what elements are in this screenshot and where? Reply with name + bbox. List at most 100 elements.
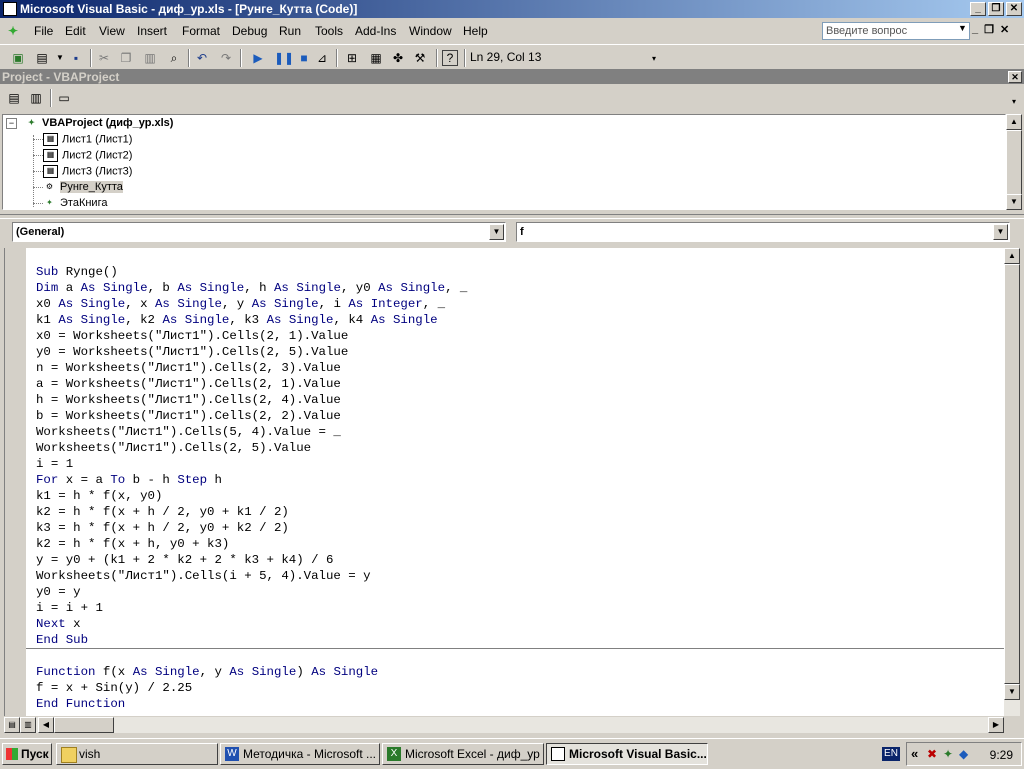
code-editor[interactable]: Sub Rynge() Dim a As Single, b As Single,…: [26, 248, 1004, 716]
code-line[interactable]: Next x: [36, 617, 81, 633]
code-line[interactable]: Worksheets("Лист1").Cells(5, 4).Value = …: [36, 425, 341, 441]
cut-icon[interactable]: ✂: [96, 50, 112, 66]
scroll-up-icon[interactable]: ▲: [1004, 248, 1020, 264]
paste-icon[interactable]: ▥: [142, 50, 158, 66]
project-explorer-icon[interactable]: ⊞: [344, 50, 360, 66]
code-line[interactable]: For x = a To b - h Step h: [36, 473, 222, 489]
view-object-icon[interactable]: ▥: [28, 90, 44, 106]
menu-tools[interactable]: Tools: [315, 24, 343, 38]
save-icon[interactable]: ▪: [68, 50, 84, 66]
project-toolbar-dropdown-icon[interactable]: ▾: [1012, 97, 1016, 106]
object-combo[interactable]: (General) ▼: [12, 222, 506, 242]
scroll-left-icon[interactable]: ◀: [38, 717, 54, 733]
procedure-combo-arrow-icon[interactable]: ▼: [993, 224, 1008, 240]
code-line[interactable]: i = 1: [36, 457, 73, 473]
tray-app-icon[interactable]: ◆: [959, 747, 968, 761]
code-line[interactable]: Worksheets("Лист1").Cells(2, 5).Value: [36, 441, 311, 457]
break-icon[interactable]: ❚❚: [274, 50, 294, 66]
task-vbe[interactable]: Microsoft Visual Basic...: [546, 743, 708, 765]
properties-window-icon[interactable]: ▦: [368, 50, 384, 66]
pane-splitter[interactable]: [0, 214, 1024, 219]
scroll-right-icon[interactable]: ▶: [988, 717, 1004, 733]
show-hidden-icons-chevron[interactable]: «: [911, 746, 918, 761]
object-browser-icon[interactable]: ✤: [390, 50, 406, 66]
menu-add-ins[interactable]: Add-Ins: [355, 24, 396, 38]
code-line[interactable]: k1 As Single, k2 As Single, k3 As Single…: [36, 313, 438, 329]
code-margin[interactable]: [4, 248, 27, 716]
object-combo-arrow-icon[interactable]: ▼: [489, 224, 504, 240]
network-icon[interactable]: ✖: [927, 747, 937, 761]
task-explorer[interactable]: vish: [56, 743, 218, 765]
language-indicator[interactable]: EN: [882, 747, 900, 761]
module-view-icon[interactable]: ▥: [20, 717, 36, 733]
mdi-close-button[interactable]: ✕: [1000, 23, 1009, 36]
code-line[interactable]: n = Worksheets("Лист1").Cells(2, 3).Valu…: [36, 361, 341, 377]
scroll-down-icon[interactable]: ▼: [1006, 194, 1022, 210]
scroll-down-icon[interactable]: ▼: [1004, 684, 1020, 700]
procedure-combo[interactable]: f ▼: [516, 222, 1010, 242]
code-line[interactable]: k2 = h * f(x + h, y0 + k3): [36, 537, 229, 553]
menu-format[interactable]: Format: [182, 24, 220, 38]
tree-item-sheet2[interactable]: ▦ Лист2 (Лист2): [43, 149, 132, 162]
code-line[interactable]: Worksheets("Лист1").Cells(i + 5, 4).Valu…: [36, 569, 371, 585]
reset-icon[interactable]: ■: [296, 50, 312, 66]
mdi-minimize-button[interactable]: _: [972, 23, 978, 36]
close-button[interactable]: ✕: [1006, 2, 1022, 16]
menu-help[interactable]: Help: [463, 24, 488, 38]
view-code-icon[interactable]: ▤: [6, 90, 22, 106]
view-excel-icon[interactable]: ▣: [10, 50, 26, 66]
run-icon[interactable]: ▶: [250, 50, 266, 66]
code-line[interactable]: f = x + Sin(y) / 2.25: [36, 681, 192, 697]
menu-edit[interactable]: Edit: [65, 24, 86, 38]
insert-module-icon[interactable]: ▤: [34, 50, 50, 66]
scroll-up-icon[interactable]: ▲: [1006, 114, 1022, 130]
mdi-restore-button[interactable]: ❐: [984, 23, 994, 36]
code-line[interactable]: Dim a As Single, b As Single, h As Singl…: [36, 281, 467, 297]
menu-debug[interactable]: Debug: [232, 24, 267, 38]
project-vertical-scrollbar[interactable]: ▲ ▼: [1006, 114, 1022, 210]
code-line[interactable]: k2 = h * f(x + h / 2, y0 + k1 / 2): [36, 505, 289, 521]
menu-run[interactable]: Run: [279, 24, 301, 38]
procedure-view-icon[interactable]: ▤: [4, 717, 20, 733]
minimize-button[interactable]: _: [970, 2, 986, 16]
code-line[interactable]: k3 = h * f(x + h / 2, y0 + k2 / 2): [36, 521, 289, 537]
collapse-icon[interactable]: −: [6, 118, 17, 129]
undo-icon[interactable]: ↶: [194, 50, 210, 66]
code-line[interactable]: y = y0 + (k1 + 2 * k2 + 2 * k3 + k4) / 6: [36, 553, 333, 569]
excel-menu-icon[interactable]: ✦: [8, 24, 18, 38]
menu-view[interactable]: View: [99, 24, 125, 38]
code-line[interactable]: h = Worksheets("Лист1").Cells(2, 4).Valu…: [36, 393, 341, 409]
toggle-folders-icon[interactable]: ▭: [56, 90, 72, 106]
code-line[interactable]: i = i + 1: [36, 601, 103, 617]
start-button[interactable]: Пуск: [2, 743, 52, 765]
help-icon[interactable]: ?: [442, 50, 458, 66]
tree-root[interactable]: ✦ VBAProject (диф_ур.xls): [25, 117, 173, 129]
design-mode-icon[interactable]: ⊿: [314, 50, 330, 66]
find-icon[interactable]: ⌕: [166, 50, 182, 66]
code-horizontal-scrollbar[interactable]: ▤ ▥ ◀ ▶: [4, 717, 1004, 733]
menu-insert[interactable]: Insert: [137, 24, 167, 38]
code-line[interactable]: y0 = y: [36, 585, 81, 601]
menu-window[interactable]: Window: [409, 24, 452, 38]
restore-button[interactable]: ❐: [988, 2, 1004, 16]
code-line[interactable]: End Sub: [36, 633, 88, 649]
toolbox-icon[interactable]: ⚒: [412, 50, 428, 66]
code-line[interactable]: End Function: [36, 697, 125, 713]
task-word[interactable]: W Методичка - Microsoft ...: [220, 743, 380, 765]
code-line[interactable]: x0 = Worksheets("Лист1").Cells(2, 1).Val…: [36, 329, 348, 345]
menu-file[interactable]: File: [34, 24, 53, 38]
code-line[interactable]: y0 = Worksheets("Лист1").Cells(2, 5).Val…: [36, 345, 348, 361]
scroll-thumb[interactable]: [1006, 130, 1022, 196]
hscroll-thumb[interactable]: [54, 717, 114, 733]
volume-icon[interactable]: ✦: [943, 747, 953, 761]
toolbar-options-icon[interactable]: ▾: [652, 54, 656, 63]
code-line[interactable]: x0 As Single, x As Single, y As Single, …: [36, 297, 445, 313]
copy-icon[interactable]: ❐: [118, 50, 134, 66]
insert-dropdown-icon[interactable]: ▼: [52, 50, 68, 66]
project-close-button[interactable]: ✕: [1008, 71, 1022, 83]
help-dropdown-icon[interactable]: ▼: [958, 23, 967, 33]
redo-icon[interactable]: ↷: [218, 50, 234, 66]
tree-item-sheet3[interactable]: ▦ Лист3 (Лист3): [43, 165, 132, 178]
code-line[interactable]: Function f(x As Single, y As Single) As …: [36, 665, 378, 681]
tree-item-sheet1[interactable]: ▦ Лист1 (Лист1): [43, 133, 132, 146]
